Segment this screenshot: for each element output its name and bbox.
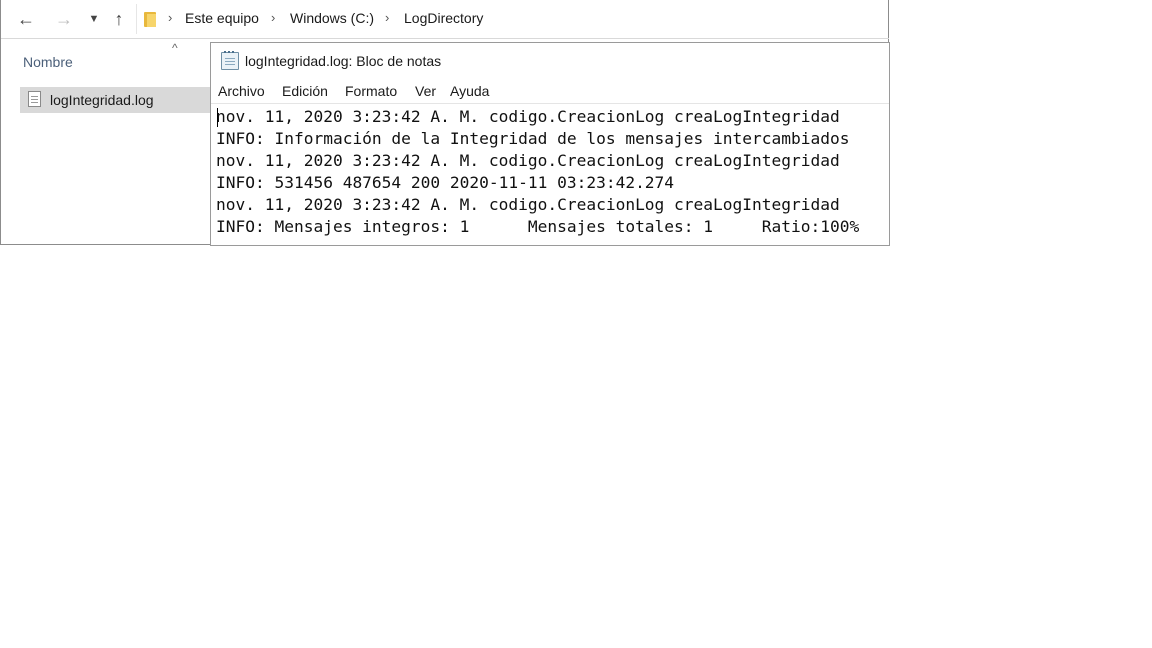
arrow-right-icon: → [55, 9, 73, 29]
notepad-icon [221, 51, 239, 70]
breadcrumb-item-windows-c[interactable]: Windows (C:) [290, 10, 374, 26]
arrow-up-icon: ↑ [114, 9, 124, 29]
text-line: INFO: 531456 487654 200 2020-11-11 03:23… [216, 173, 675, 192]
notepad-title-bar[interactable]: logIntegridad.log: Bloc de notas [211, 43, 889, 79]
breadcrumb-separator-icon[interactable]: › [385, 10, 389, 25]
text-line: INFO: Información de la Integridad de lo… [216, 129, 850, 148]
text-line: INFO: Mensajes integros: 1 Mensajes tota… [216, 217, 860, 236]
menu-ayuda[interactable]: Ayuda [450, 83, 489, 99]
back-button[interactable]: ← [15, 8, 37, 30]
menu-archivo[interactable]: Archivo [218, 83, 265, 99]
breadcrumb-item-este-equipo[interactable]: Este equipo [185, 10, 259, 26]
menu-edicion[interactable]: Edición [282, 83, 328, 99]
arrow-left-icon: ← [17, 9, 35, 29]
address-bar[interactable]: › Este equipo › Windows (C:) › LogDirect… [136, 4, 889, 34]
breadcrumb-separator-icon[interactable]: › [271, 10, 275, 25]
text-caret [217, 108, 218, 127]
window-title: logIntegridad.log: Bloc de notas [245, 53, 442, 69]
up-button[interactable]: ↑ [109, 8, 129, 30]
chevron-down-icon: ▼ [88, 13, 100, 25]
text-line: nov. 11, 2020 3:23:42 A. M. codigo.Creac… [216, 107, 840, 126]
recent-locations-button[interactable]: ▼ [87, 8, 101, 30]
folder-icon [144, 12, 156, 27]
forward-button[interactable]: → [53, 8, 75, 30]
navigation-bar: ← → ▼ ↑ › Este equipo › Windows (C:) › L… [1, 0, 889, 39]
breadcrumb-separator-icon[interactable]: › [168, 10, 172, 25]
file-name: logIntegridad.log [50, 92, 154, 108]
text-file-icon [28, 91, 41, 107]
text-line: nov. 11, 2020 3:23:42 A. M. codigo.Creac… [216, 151, 840, 170]
menu-formato[interactable]: Formato [345, 83, 397, 99]
notepad-window: logIntegridad.log: Bloc de notas Archivo… [210, 42, 890, 246]
menu-bar: Archivo Edición Formato Ver Ayuda [211, 81, 889, 104]
text-editor-area[interactable]: nov. 11, 2020 3:23:42 A. M. codigo.Creac… [216, 106, 888, 246]
file-list-item[interactable]: logIntegridad.log [20, 87, 212, 113]
menu-ver[interactable]: Ver [415, 83, 436, 99]
column-header-name[interactable]: Nombre [23, 54, 73, 70]
breadcrumb-item-logdirectory[interactable]: LogDirectory [404, 10, 483, 26]
sort-ascending-icon: ^ [172, 41, 178, 55]
text-line: nov. 11, 2020 3:23:42 A. M. codigo.Creac… [216, 195, 840, 214]
